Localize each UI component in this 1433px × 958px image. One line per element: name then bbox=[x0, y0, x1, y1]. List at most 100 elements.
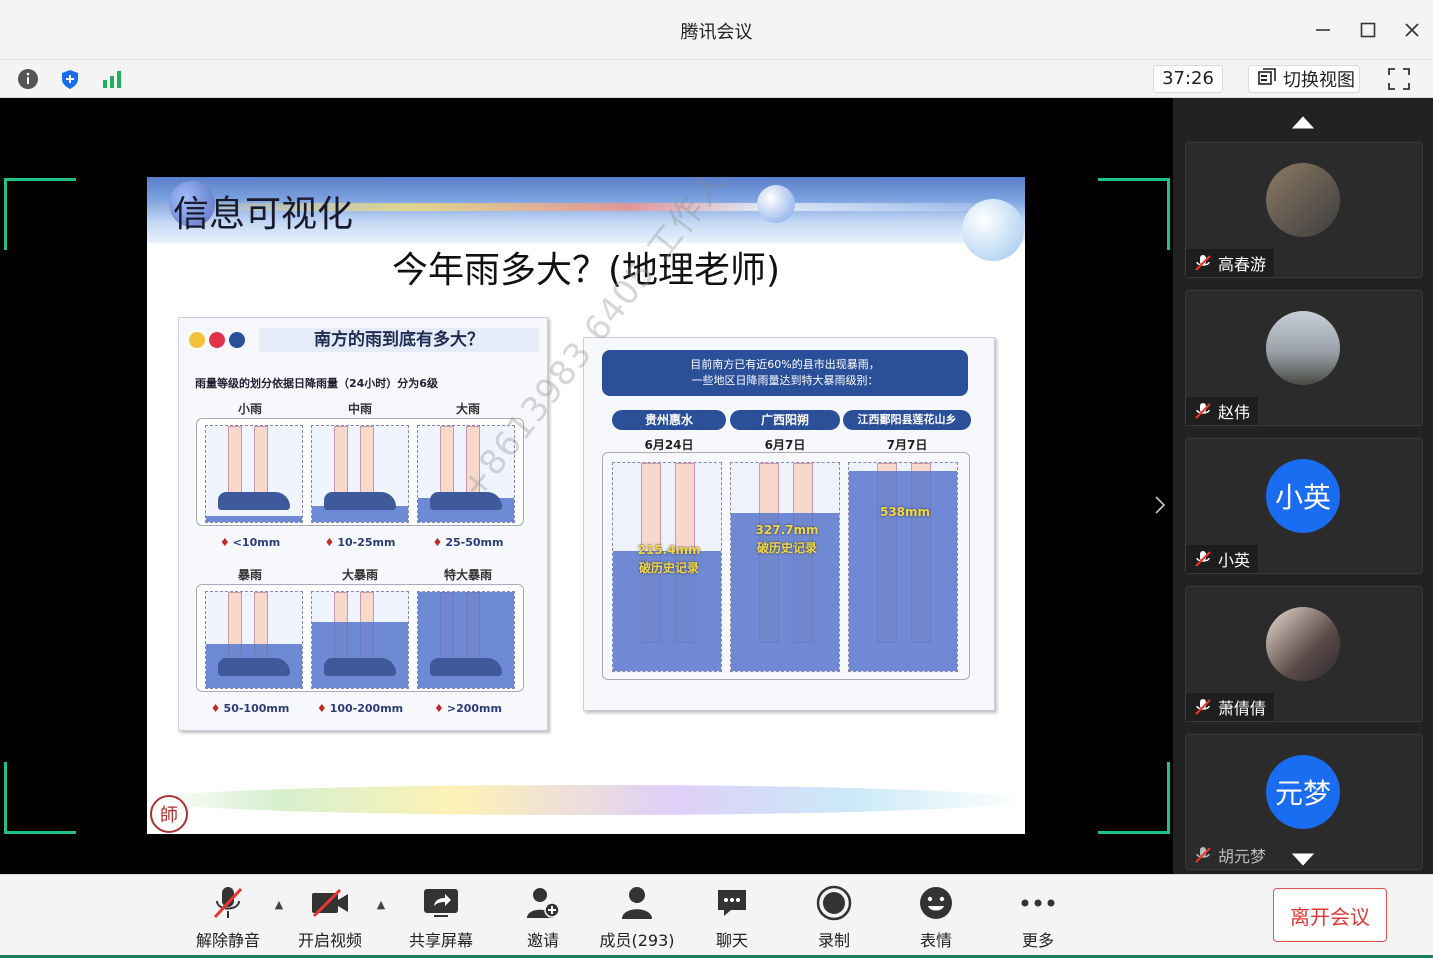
leave-meeting-button[interactable]: 离开会议 bbox=[1273, 888, 1387, 942]
place-date: 6月7日 bbox=[764, 438, 806, 452]
more-button[interactable]: 更多 bbox=[993, 883, 1083, 951]
reactions-label: 表情 bbox=[919, 931, 952, 950]
chat-button[interactable]: 聊天 bbox=[687, 883, 777, 951]
fullscreen-icon[interactable] bbox=[1383, 65, 1415, 93]
info-icon[interactable] bbox=[16, 67, 40, 91]
level-range: 100-200mm bbox=[311, 702, 409, 715]
rain-card-title: 南方的雨到底有多大？ bbox=[259, 328, 539, 352]
record-icon bbox=[814, 883, 854, 923]
members-icon bbox=[617, 883, 657, 923]
mic-muted-icon bbox=[1194, 550, 1212, 568]
level-range: >200mm bbox=[419, 702, 517, 715]
rainfall-record-note: 破历史记录 bbox=[638, 561, 699, 575]
slide-footer-wave bbox=[147, 785, 1025, 815]
bottom-toolbar: 解除静音 ▲ 开启视频 ▲ 共享屏幕 邀请 成员(293) 聊天 录制 表情 更… bbox=[0, 874, 1433, 958]
level-illustration bbox=[311, 425, 409, 523]
yellow-dot-icon bbox=[189, 332, 205, 348]
avatar bbox=[1266, 311, 1340, 385]
title-bar: 腾讯会议 bbox=[0, 0, 1433, 60]
switch-view-label: 切换视图 bbox=[1283, 70, 1355, 91]
regional-rainfall-card: 目前南方已有近60%的县市出现暴雨， 一些地区日降雨量达到特大暴雨级别： 贵州惠… bbox=[583, 337, 995, 711]
members-label: 成员(293) bbox=[599, 931, 675, 950]
place-name: 江西鄱阳县莲花山乡 bbox=[843, 410, 971, 430]
rainfall-note-line: 一些地区日降雨量达到特大暴雨级别： bbox=[691, 374, 879, 387]
share-screen-label: 共享屏幕 bbox=[408, 931, 473, 950]
shield-icon[interactable] bbox=[58, 67, 82, 91]
invite-button[interactable]: 邀请 bbox=[498, 883, 588, 951]
record-button[interactable]: 录制 bbox=[789, 883, 879, 951]
shared-screen-stage: 信息可视化 今年雨多大？(地理老师) 南方的雨到底有多大？ 雨量等级的划分依据日… bbox=[0, 98, 1173, 874]
red-dot-icon bbox=[209, 332, 225, 348]
check-dot-icon bbox=[229, 332, 245, 348]
level-illustration bbox=[311, 591, 409, 689]
meeting-window: 腾讯会议 37:26 切换视图 信息可视化 今年雨多大？(地理老师) 南方的雨到… bbox=[0, 0, 1433, 958]
audio-options-caret-icon[interactable]: ▲ bbox=[272, 897, 286, 911]
meeting-timer: 37:26 bbox=[1153, 65, 1223, 93]
level-label: 小雨 bbox=[237, 402, 262, 416]
rainfall-note-line: 目前南方已有近60%的县市出现暴雨， bbox=[690, 358, 880, 371]
participant-tile[interactable]: 萧倩倩 bbox=[1185, 586, 1423, 722]
emoji-icon bbox=[916, 883, 956, 923]
card-status-dots bbox=[189, 332, 245, 348]
participants-panel: 高春游 赵伟 小英 小英 萧倩倩 元梦 胡元梦 bbox=[1173, 98, 1433, 874]
switch-view-button[interactable]: 切换视图 bbox=[1248, 65, 1360, 93]
reactions-button[interactable]: 表情 bbox=[891, 883, 981, 951]
signal-icon[interactable] bbox=[100, 67, 124, 91]
frame-corner bbox=[1098, 178, 1170, 250]
levels-row-bottom bbox=[196, 584, 524, 692]
mic-muted-icon bbox=[1194, 698, 1212, 716]
record-label: 录制 bbox=[817, 931, 850, 950]
chat-label: 聊天 bbox=[715, 931, 748, 950]
participant-tile[interactable]: 高春游 bbox=[1185, 142, 1423, 278]
level-illustration bbox=[205, 425, 303, 523]
participant-name: 胡元梦 bbox=[1218, 847, 1267, 866]
rainfall-amount: 327.7mm bbox=[755, 523, 819, 537]
chat-icon bbox=[712, 883, 752, 923]
share-screen-button[interactable]: 共享屏幕 bbox=[396, 883, 486, 951]
rainfall-amount: 215.4mm bbox=[637, 543, 701, 557]
minimize-icon[interactable] bbox=[1311, 18, 1335, 42]
level-range: 10-25mm bbox=[311, 536, 409, 549]
level-label: 大暴雨 bbox=[341, 568, 378, 582]
frame-corner bbox=[4, 762, 76, 834]
invite-label: 邀请 bbox=[526, 931, 559, 950]
participant-name: 小英 bbox=[1218, 551, 1251, 570]
level-range: <10mm bbox=[201, 536, 299, 549]
unmute-button[interactable]: 解除静音 bbox=[183, 883, 273, 951]
share-screen-icon bbox=[421, 883, 461, 923]
participant-name: 高春游 bbox=[1218, 255, 1267, 274]
members-button[interactable]: 成员(293) bbox=[592, 883, 682, 951]
frame-corner bbox=[1098, 762, 1170, 834]
maximize-icon[interactable] bbox=[1356, 18, 1380, 42]
video-options-caret-icon[interactable]: ▲ bbox=[374, 897, 388, 911]
rainfall-illustration: 538mm bbox=[848, 462, 958, 672]
collapse-side-panel-icon[interactable] bbox=[1150, 490, 1170, 520]
scroll-up-icon[interactable] bbox=[1290, 112, 1316, 132]
unmute-label: 解除静音 bbox=[195, 931, 260, 950]
avatar: 小英 bbox=[1266, 459, 1340, 533]
more-label: 更多 bbox=[1021, 931, 1054, 950]
participant-name: 赵伟 bbox=[1218, 403, 1251, 422]
place-name: 广西阳朔 bbox=[730, 410, 840, 430]
scroll-down-icon[interactable] bbox=[1290, 850, 1316, 870]
rainfall-note: 目前南方已有近60%的县市出现暴雨， 一些地区日降雨量达到特大暴雨级别： bbox=[602, 350, 968, 396]
level-label: 暴雨 bbox=[237, 568, 262, 582]
rainfall-amount: 538mm bbox=[879, 505, 931, 519]
participant-tile[interactable]: 赵伟 bbox=[1185, 290, 1423, 426]
level-label: 特大暴雨 bbox=[443, 568, 492, 582]
more-icon bbox=[1018, 883, 1058, 923]
participant-name: 萧倩倩 bbox=[1218, 699, 1267, 718]
place-name: 贵州惠水 bbox=[612, 410, 726, 430]
slide-subtitle: 今年雨多大？(地理老师) bbox=[391, 250, 781, 291]
participant-tag: 胡元梦 bbox=[1186, 841, 1274, 869]
participant-tile[interactable]: 小英 小英 bbox=[1185, 438, 1423, 574]
avatar bbox=[1266, 163, 1340, 237]
level-illustration bbox=[205, 591, 303, 689]
camera-off-icon bbox=[310, 883, 350, 923]
mic-muted-icon bbox=[1194, 254, 1212, 272]
start-video-button[interactable]: 开启视频 bbox=[285, 883, 375, 951]
slide-heading: 信息可视化 bbox=[173, 194, 354, 235]
rainfall-illustration: 327.7mm 破历史记录 bbox=[730, 462, 840, 672]
close-icon[interactable] bbox=[1400, 18, 1424, 42]
add-user-icon bbox=[523, 883, 563, 923]
